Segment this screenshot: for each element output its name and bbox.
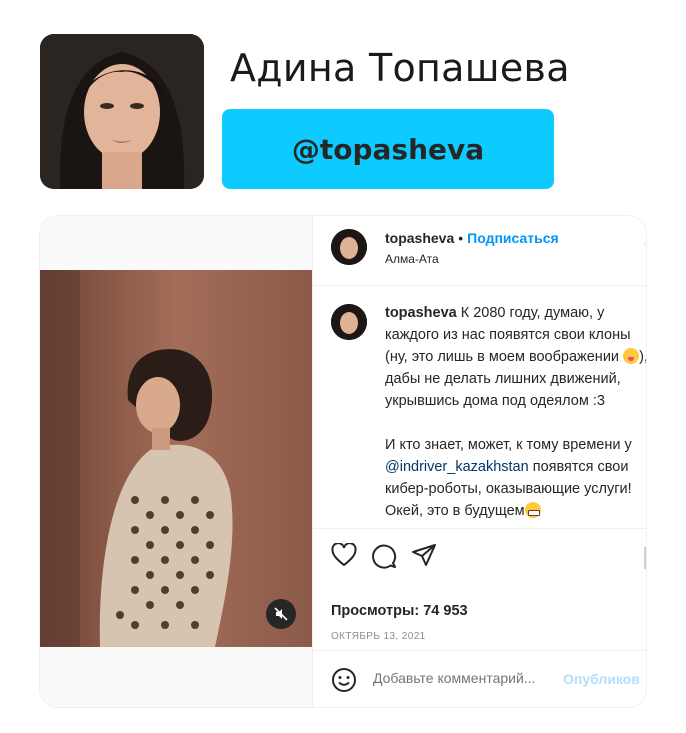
header-avatar[interactable] (331, 229, 367, 265)
mute-icon (274, 607, 288, 621)
caption-area: topasheva К 2080 году, думаю, у каждого … (313, 286, 646, 528)
share-icon[interactable] (411, 543, 437, 567)
mute-button[interactable] (266, 599, 296, 629)
instagram-post: topasheva • Подписаться Алма-Ата ⋅ topashe… (40, 216, 646, 707)
post-video[interactable] (40, 270, 312, 647)
grinning-emoji-icon (524, 502, 541, 518)
comment-icon[interactable] (371, 543, 397, 569)
actions-section: Просмотры: 74 953 ОКТЯБРЬ 13, 2021 (313, 528, 646, 650)
zany-face-emoji-icon (623, 348, 640, 364)
action-icons (331, 543, 437, 569)
bookmark-icon[interactable] (644, 547, 646, 569)
follow-button[interactable]: Подписаться (467, 230, 559, 246)
caption-line-3a: И кто знает, может, к тому времени у (385, 437, 632, 453)
post-header: topasheva • Подписаться Алма-Ата ⋅ (313, 216, 646, 286)
publish-button[interactable]: Опубликов (563, 671, 640, 687)
views-count[interactable]: Просмотры: 74 953 (331, 603, 468, 619)
more-options-icon[interactable]: ⋅ (643, 240, 646, 254)
comment-input[interactable] (373, 670, 563, 686)
mention-link[interactable]: @indriver_kazakhstan (385, 459, 529, 475)
header-username[interactable]: topasheva (385, 230, 454, 246)
caption-avatar[interactable] (331, 304, 367, 340)
comment-bar: Опубликов (313, 650, 646, 707)
post-sidebar: topasheva • Подписаться Алма-Ата ⋅ topashe… (312, 216, 646, 707)
handle-button[interactable]: @topasheva (222, 109, 554, 189)
post-date[interactable]: ОКТЯБРЬ 13, 2021 (331, 631, 426, 642)
caption-username[interactable]: topasheva (385, 305, 457, 321)
profile-photo (40, 34, 204, 189)
separator: • (458, 230, 464, 246)
post-location[interactable]: Алма-Ата (385, 252, 439, 266)
profile-name: Адина Топашева (230, 46, 570, 90)
smile-icon[interactable] (331, 667, 357, 693)
heart-icon[interactable] (331, 543, 357, 567)
caption-text: topasheva К 2080 году, думаю, у каждого … (385, 302, 646, 522)
page: Адина Топашева @topasheva topasheva • По… (0, 0, 686, 733)
media-column (40, 216, 312, 707)
